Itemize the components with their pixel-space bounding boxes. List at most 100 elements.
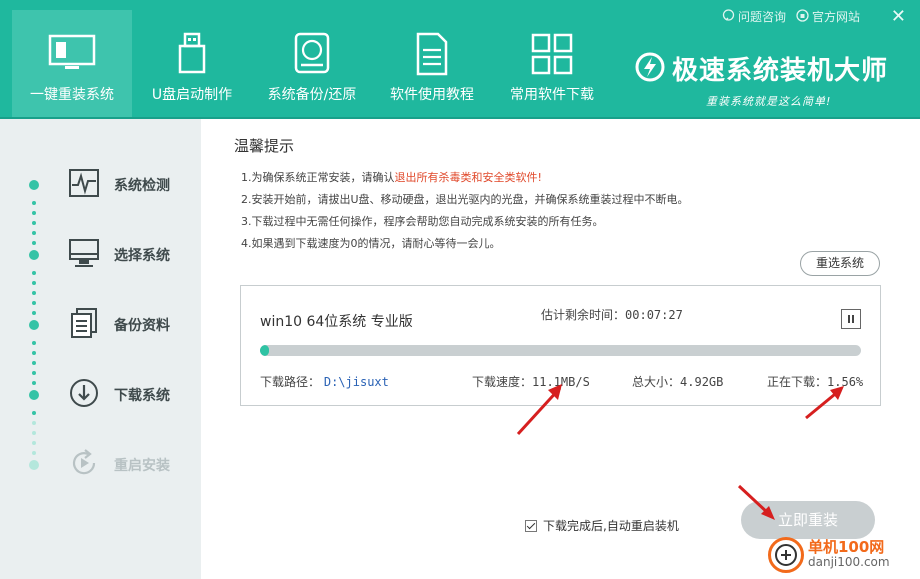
step-dot (32, 271, 36, 275)
tip-line: 4.如果遇到下载速度为0的情况，请耐心等待一会儿。 (241, 237, 501, 250)
tip-line: 3.下载过程中无需任何操作，程序会帮助您自动完成系统安装的所有任务。 (241, 215, 604, 228)
step-label: 重启安装 (114, 458, 170, 474)
step-dot (29, 460, 39, 470)
brand-title: 极速系统装机大师 (672, 56, 889, 86)
disk-backup-icon (293, 32, 331, 78)
reselect-system-button[interactable]: 重选系统 (800, 251, 880, 276)
files-icon (68, 307, 100, 343)
tab-software-download[interactable]: 常用软件下载 (492, 10, 612, 117)
step-label: 选择系统 (114, 248, 170, 264)
brand: 极速系统装机大师 (634, 50, 888, 87)
auto-restart-checkbox[interactable] (525, 519, 537, 532)
step-dot (29, 320, 39, 330)
annotation-arrow-icon (737, 484, 775, 520)
lightning-logo-icon (634, 51, 666, 87)
path-label: 下载路径： (260, 375, 321, 389)
restart-icon (68, 447, 100, 483)
step-label: 系统检测 (114, 178, 170, 194)
website-link[interactable]: 官方网站 (796, 8, 860, 25)
watermark: 单机100网 danji100.com (768, 537, 890, 573)
step-dot (32, 351, 36, 355)
size-value: 4.92GB (680, 375, 724, 389)
annotation-arrow-icon (516, 384, 562, 436)
auto-restart-label: 下载完成后,自动重启装机 (543, 519, 679, 533)
close-button[interactable]: ✕ (891, 6, 906, 27)
step-dot (32, 361, 36, 365)
step-dot (32, 301, 36, 305)
step-dot (29, 250, 39, 260)
watermark-text: 单机100网 danji100.com (808, 540, 890, 570)
step-dot (32, 231, 36, 235)
step-restart-install: 重启安装 (68, 447, 170, 483)
tab-label: 系统备份/还原 (267, 87, 357, 103)
pause-button[interactable] (841, 309, 861, 329)
step-dot (32, 221, 36, 225)
size-label: 总大小： (632, 375, 681, 389)
progress-fill (260, 345, 270, 356)
steps-sidebar: 系统检测 选择系统 备份资料 下载系统 重启安装 (0, 119, 201, 579)
document-icon (415, 32, 449, 80)
step-dot (32, 291, 36, 295)
brand-slogan: 重装系统就是这么简单! (706, 95, 832, 108)
tab-label: 一键重装系统 (30, 87, 114, 103)
help-link-label: 问题咨询 (737, 10, 786, 24)
step-backup-data: 备份资料 (68, 307, 170, 343)
step-dot (32, 421, 36, 425)
download-progress-bar (260, 345, 861, 356)
tab-system-backup[interactable]: 系统备份/还原 (252, 10, 372, 117)
tab-label: U盘启动制作 (151, 87, 233, 103)
step-dot (32, 241, 36, 245)
home-icon (796, 8, 809, 25)
step-download-system: 下载系统 (68, 377, 170, 413)
step-dot (32, 211, 36, 215)
step-dot (32, 311, 36, 315)
pause-icon (848, 315, 850, 323)
step-select-system: 选择系统 (68, 237, 170, 273)
tip-text: 1.为确保系统正常安装，请确认 (241, 171, 395, 184)
step-dot (32, 341, 36, 345)
app-grid-icon (530, 32, 574, 80)
annotation-arrow-icon (805, 386, 844, 420)
step-dot (32, 431, 36, 435)
remaining-value: 00:07:27 (625, 308, 683, 322)
path-value[interactable]: D:\jisuxt (324, 375, 389, 389)
step-system-check: 系统检测 (68, 167, 170, 203)
step-dot (32, 371, 36, 375)
step-dot (32, 441, 36, 445)
desktop-icon (68, 237, 100, 273)
tip-line: 2.安装开始前，请拔出U盘、移动硬盘，退出光驱内的光盘，并确保系统重装过程中不断… (241, 193, 689, 206)
system-name: win10 64位系统 专业版 (260, 314, 413, 330)
main-content: 温馨提示 1.为确保系统正常安装，请确认退出所有杀毒类和安全类软件! 2.安装开… (201, 119, 920, 579)
pause-icon (852, 315, 854, 323)
website-link-label: 官方网站 (811, 10, 860, 24)
tip-line: 1.为确保系统正常安装，请确认退出所有杀毒类和安全类软件! (241, 167, 689, 189)
topbar-links: 问题咨询 官方网站 (722, 8, 860, 25)
download-circle-icon (68, 377, 100, 413)
watermark-en: danji100.com (808, 555, 890, 569)
step-dot (32, 281, 36, 285)
remaining-time: 估计剩余时间：00:07:27 (541, 306, 683, 323)
monitor-icon (47, 32, 97, 76)
header-bar: 一键重装系统 U盘启动制作 系统备份/还原 软件使用教程 常用软件下载 问题咨询 (0, 0, 920, 117)
step-dot (29, 390, 39, 400)
help-link[interactable]: 问题咨询 (722, 8, 786, 25)
step-dot (32, 201, 36, 205)
tip-warning: 退出所有杀毒类和安全类软件! (394, 171, 542, 184)
tips-list: 1.为确保系统正常安装，请确认退出所有杀毒类和安全类软件! 2.安装开始前，请拔… (241, 167, 689, 255)
tips-title: 温馨提示 (234, 137, 295, 155)
step-dot (32, 411, 36, 415)
watermark-logo-icon (768, 537, 804, 573)
auto-restart-option[interactable]: 下载完成后,自动重启装机 (525, 517, 679, 534)
step-label: 备份资料 (114, 318, 170, 334)
step-dot (32, 381, 36, 385)
download-path: 下载路径： D:\jisuxt (260, 373, 389, 390)
tab-usb-boot[interactable]: U盘启动制作 (132, 10, 252, 117)
usb-drive-icon (175, 32, 209, 78)
total-size: 总大小：4.92GB (632, 373, 723, 390)
tab-one-click-reinstall[interactable]: 一键重装系统 (12, 10, 132, 117)
step-dot (29, 180, 39, 190)
chat-icon (722, 8, 735, 25)
watermark-cn: 单机100网 (808, 538, 885, 556)
tab-tutorial[interactable]: 软件使用教程 (372, 10, 492, 117)
step-label: 下载系统 (114, 388, 170, 404)
